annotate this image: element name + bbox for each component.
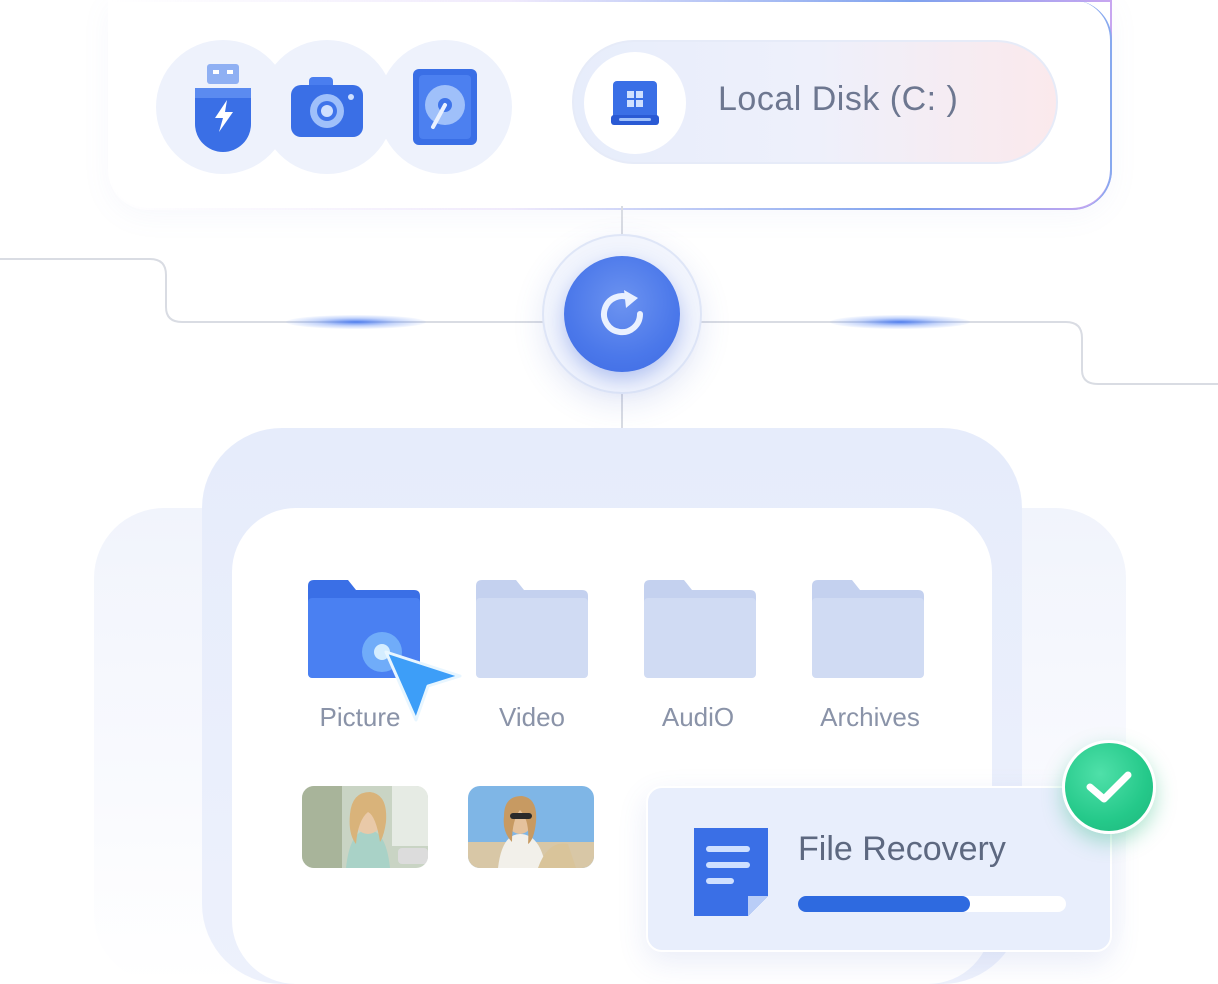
folder-label-audio: AudiO	[661, 702, 735, 732]
file-recovery-title: File Recovery	[798, 830, 1006, 868]
photo-woman-sunglasses	[468, 786, 594, 868]
thumbnail-photo-2[interactable]	[468, 786, 594, 868]
connector-top	[621, 206, 623, 236]
folder-label-video: Video	[498, 702, 566, 732]
folder-audio[interactable]	[644, 580, 756, 683]
disk-label: Local Disk (C: )	[718, 80, 959, 118]
folder-archives[interactable]	[812, 580, 924, 683]
camera-icon	[291, 77, 363, 137]
recovery-progress-fill	[798, 896, 970, 912]
scan-button-core	[564, 256, 680, 372]
recovery-progress-track	[798, 896, 1066, 912]
connector-bottom	[621, 392, 623, 430]
connector-glow-right	[830, 315, 970, 329]
folder-video[interactable]	[476, 580, 588, 683]
folder-icon	[812, 580, 924, 678]
file-recovery-card: File Recovery	[646, 786, 1112, 952]
thumbnail-photo-1[interactable]	[302, 786, 428, 868]
scan-button[interactable]	[542, 234, 702, 394]
folder-label-archives: Archives	[820, 702, 920, 732]
hard-drive-button[interactable]	[378, 40, 512, 174]
refresh-icon	[601, 290, 644, 336]
windows-disk-icon	[611, 81, 659, 125]
checkmark-icon	[1086, 771, 1132, 803]
document-icon	[694, 828, 768, 916]
recovery-complete-badge	[1062, 740, 1156, 834]
folder-icon	[476, 580, 588, 678]
connector-glow-left	[286, 315, 426, 329]
folder-label-picture: Picture	[319, 702, 401, 732]
usb-drive-icon	[195, 64, 251, 152]
local-disk-selector[interactable]: Local Disk (C: )	[572, 40, 1058, 164]
photo-woman-street	[302, 786, 428, 868]
camera-button[interactable]	[260, 40, 394, 174]
folder-icon	[644, 580, 756, 678]
disk-icon-container	[584, 52, 686, 154]
hard-drive-icon	[413, 69, 477, 145]
